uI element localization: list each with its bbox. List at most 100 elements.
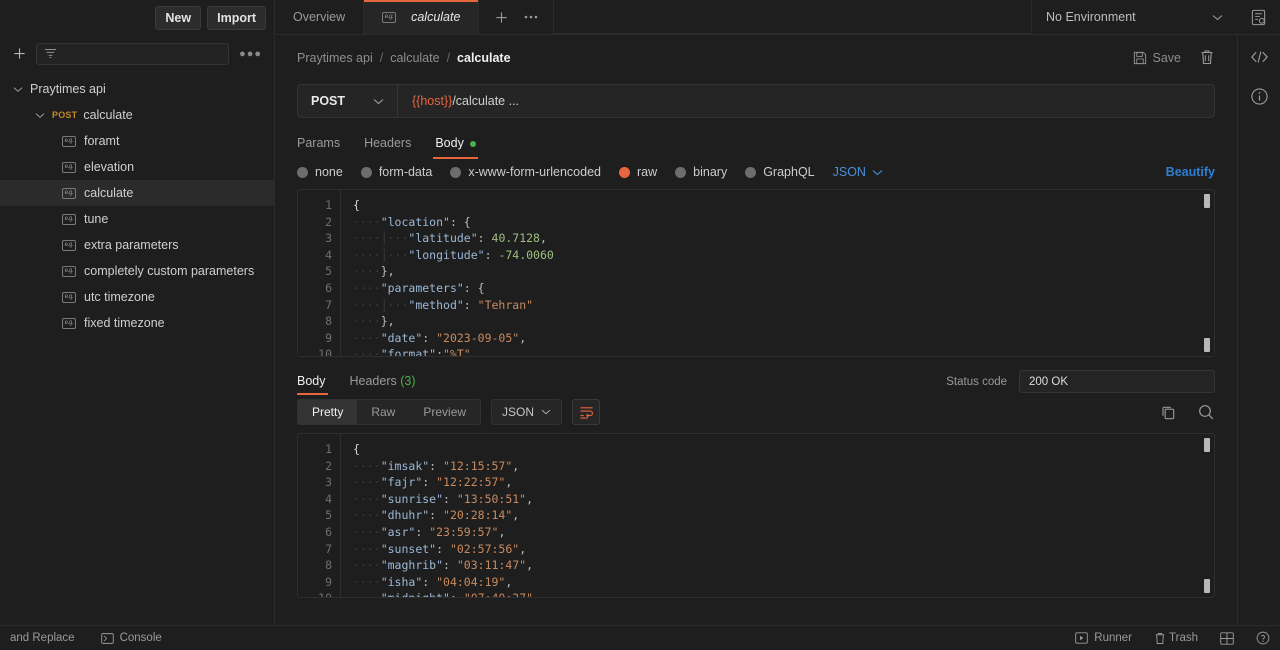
view-mode-preview[interactable]: Preview xyxy=(409,400,480,424)
sidebar-item-calculate[interactable]: e.g. calculate xyxy=(0,180,274,206)
option-label: form-data xyxy=(378,165,433,179)
word-wrap-icon[interactable] xyxy=(572,399,601,425)
sidebar-item-label: extra parameters xyxy=(84,238,179,252)
request-code-lines[interactable]: {····"location": {····│···"latitude": 40… xyxy=(340,190,1214,356)
sidebar-item-utc-timezone[interactable]: e.g. utc timezone xyxy=(0,284,274,310)
beautify-button[interactable]: Beautify xyxy=(1166,165,1215,179)
scrollbar-thumb-bottom[interactable] xyxy=(1204,338,1210,352)
response-body-editor[interactable]: 12345678910 {····"imsak": "12:15:57",···… xyxy=(297,433,1215,598)
tab-params[interactable]: Params xyxy=(297,130,352,159)
breadcrumb-separator: / xyxy=(446,50,451,65)
search-icon[interactable] xyxy=(1197,403,1215,421)
sidebar-item-label: utc timezone xyxy=(84,290,155,304)
editor-scrollbar[interactable] xyxy=(1203,438,1211,593)
more-horizontal-icon[interactable] xyxy=(517,0,545,34)
sidebar-item-fixed-timezone[interactable]: e.g. fixed timezone xyxy=(0,310,274,336)
plus-icon[interactable] xyxy=(10,45,28,63)
code-snippet-icon[interactable] xyxy=(1250,49,1269,65)
body-type-raw[interactable]: raw xyxy=(619,165,657,179)
environment-manager-icon[interactable] xyxy=(1237,0,1280,35)
body-type-binary[interactable]: binary xyxy=(675,165,727,179)
http-method-selector[interactable]: POST xyxy=(298,85,398,117)
method-label: POST xyxy=(311,94,346,108)
eg-icon: e.g. xyxy=(62,291,76,303)
response-tab-body[interactable]: Body xyxy=(297,368,338,395)
url-input[interactable]: {{host}}/calculate ... xyxy=(398,85,1214,117)
import-button[interactable]: Import xyxy=(207,5,266,30)
radio-icon xyxy=(297,166,308,178)
status-bar: and Replace Console Runner Trash xyxy=(0,625,1280,650)
console-button[interactable]: Console xyxy=(100,632,162,644)
layout-grid-icon[interactable] xyxy=(1220,631,1234,645)
help-circle-icon[interactable] xyxy=(1256,631,1270,645)
sidebar-folder-calculate[interactable]: POST calculate xyxy=(0,102,274,128)
scrollbar-thumb-bottom[interactable] xyxy=(1204,579,1210,593)
search-input[interactable] xyxy=(36,42,230,65)
code-area: 12345678910 {····"imsak": "12:15:57",···… xyxy=(298,434,1214,597)
save-button[interactable]: Save xyxy=(1133,51,1181,65)
eg-icon: e.g. xyxy=(62,135,76,147)
tab-overview[interactable]: Overview xyxy=(275,0,365,34)
option-label: raw xyxy=(637,165,658,179)
trash-button[interactable]: Trash xyxy=(1154,632,1198,645)
breadcrumb-collection[interactable]: Praytimes api xyxy=(297,51,373,65)
eg-icon: e.g. xyxy=(62,317,76,329)
tab-body[interactable]: Body xyxy=(423,130,488,159)
tab-strip: Overview e.g. calculate xyxy=(275,0,1031,35)
request-body-editor[interactable]: 1 2 3 4 5 6 7 8 9 10 {····"location": {····│···"l… xyxy=(297,189,1215,357)
eg-icon: e.g. xyxy=(62,213,76,225)
response-code-lines[interactable]: {····"imsak": "12:15:57", ····"fajr": "12… xyxy=(340,434,1214,597)
body-type-form-data[interactable]: form-data xyxy=(360,165,433,179)
sidebar-item-label: tune xyxy=(84,212,109,226)
format-label: JSON xyxy=(502,405,535,419)
sidebar-collection-praytimes-api[interactable]: Praytimes api xyxy=(0,76,274,102)
sidebar-item-label: completely custom parameters xyxy=(84,264,255,278)
runner-button[interactable]: Runner xyxy=(1075,632,1132,644)
console-icon xyxy=(100,632,114,644)
body-type-graphql[interactable]: GraphQL xyxy=(745,165,815,179)
workspace-actions: New Import xyxy=(0,0,275,35)
environment-selector[interactable]: No Environment xyxy=(1031,0,1237,35)
find-and-replace-button[interactable]: and Replace xyxy=(10,632,75,644)
trash-icon[interactable] xyxy=(1199,49,1215,66)
view-mode-pretty[interactable]: Pretty xyxy=(298,400,358,424)
runner-label: Runner xyxy=(1094,632,1133,644)
plus-icon[interactable] xyxy=(487,0,515,34)
body-type-x-www-form-urlencoded[interactable]: x-www-form-urlencoded xyxy=(450,165,601,179)
new-button[interactable]: New xyxy=(155,5,202,30)
chevron-down-icon xyxy=(872,169,883,176)
sidebar-item-foramt[interactable]: e.g. foramt xyxy=(0,128,274,154)
tab-calculate[interactable]: e.g. calculate xyxy=(364,0,480,34)
sidebar-item-completely-custom-parameters[interactable]: e.g. completely custom parameters xyxy=(0,258,274,284)
info-circle-icon[interactable] xyxy=(1250,87,1269,106)
collection-tree: Praytimes api POST calculate e.g. foramt… xyxy=(0,72,274,625)
response-tab-headers[interactable]: Headers (3) xyxy=(338,368,428,395)
scrollbar-thumb-top[interactable] xyxy=(1204,194,1210,208)
sidebar-item-extra-parameters[interactable]: e.g. extra parameters xyxy=(0,232,274,258)
body-type-none[interactable]: none xyxy=(297,165,343,179)
scrollbar-thumb-top[interactable] xyxy=(1204,438,1210,452)
more-horizontal-icon[interactable]: ●●● xyxy=(237,48,264,60)
option-label: x-www-form-urlencoded xyxy=(468,165,601,179)
option-label: none xyxy=(315,165,343,179)
eg-icon: e.g. xyxy=(62,239,76,251)
main-area: ●●● Praytimes api POST calculate e.g. fo… xyxy=(0,35,1280,625)
breadcrumb-folder[interactable]: calculate xyxy=(390,51,439,65)
radio-icon-selected xyxy=(619,166,630,178)
view-mode-raw[interactable]: Raw xyxy=(357,400,409,424)
sidebar-item-label: elevation xyxy=(84,160,135,174)
copy-icon[interactable] xyxy=(1160,404,1177,421)
response-format-selector[interactable]: JSON xyxy=(491,399,563,425)
http-method-badge: POST xyxy=(52,110,78,120)
editor-scrollbar[interactable] xyxy=(1203,194,1211,352)
sidebar-item-elevation[interactable]: e.g. elevation xyxy=(0,154,274,180)
url-path: /calculate ... xyxy=(452,94,520,108)
sidebar-item-tune[interactable]: e.g. tune xyxy=(0,206,274,232)
line-number-gutter: 12345678910 xyxy=(318,442,332,597)
tab-label: Body xyxy=(435,136,464,150)
body-format-selector[interactable]: JSON xyxy=(833,165,883,179)
radio-icon xyxy=(675,166,687,178)
response-view-mode-group: Pretty Raw Preview xyxy=(297,399,482,425)
sidebar-item-label: fixed timezone xyxy=(84,316,165,330)
tab-headers[interactable]: Headers xyxy=(352,130,423,159)
